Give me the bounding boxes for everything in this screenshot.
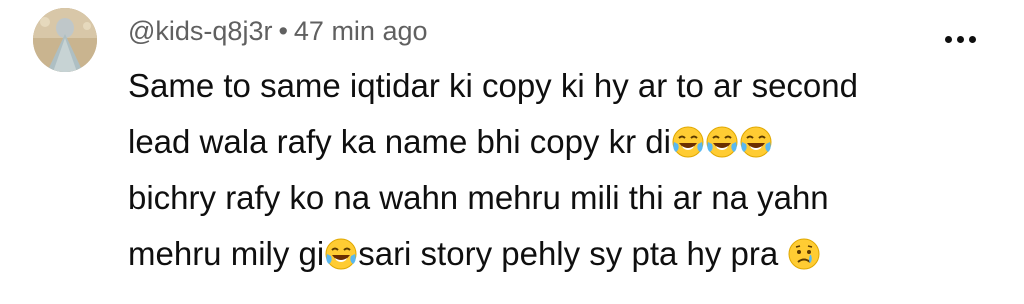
comment-line-4: mehru mily gi sari story pehly sy pta hy …: [128, 226, 988, 282]
comment-timestamp[interactable]: 47 min ago: [294, 16, 428, 46]
avatar-image: [33, 8, 97, 72]
comment-line-2: lead wala rafy ka name bhi copy kr di: [128, 114, 988, 170]
tears-of-joy-emoji-icon: [705, 125, 739, 159]
more-dot: [956, 35, 964, 43]
comment-meta: @kids-q8j3r • 47 min ago: [128, 13, 428, 49]
more-options-button[interactable]: [938, 28, 982, 50]
crying-face-emoji-icon: [787, 237, 821, 271]
avatar[interactable]: [33, 8, 97, 72]
comment-line-text: lead wala rafy ka name bhi copy kr di: [128, 123, 671, 160]
comment-line-text: Same to same iqtidar ki copy ki hy ar to…: [128, 67, 858, 104]
comment-line-text: bichry rafy ko na wahn mehru mili thi ar…: [128, 179, 829, 216]
tears-of-joy-emoji-icon: [739, 125, 773, 159]
comment-line-3: bichry rafy ko na wahn mehru mili thi ar…: [128, 170, 988, 226]
tears-of-joy-emoji-icon: [324, 237, 358, 271]
more-vertical-icon: [944, 35, 952, 43]
comment-text: Same to same iqtidar ki copy ki hy ar to…: [128, 58, 988, 282]
comment-line-text: sari story pehly sy pta hy pra: [358, 235, 788, 272]
tears-of-joy-emoji-icon: [671, 125, 705, 159]
more-dot: [968, 35, 976, 43]
comment-line-text: mehru mily gi: [128, 235, 325, 272]
comment-line-1: Same to same iqtidar ki copy ki hy ar to…: [128, 58, 988, 114]
comment: @kids-q8j3r • 47 min ago Same to same iqti…: [0, 0, 1024, 304]
author-handle[interactable]: @kids-q8j3r: [128, 16, 272, 46]
meta-separator: •: [278, 16, 288, 46]
